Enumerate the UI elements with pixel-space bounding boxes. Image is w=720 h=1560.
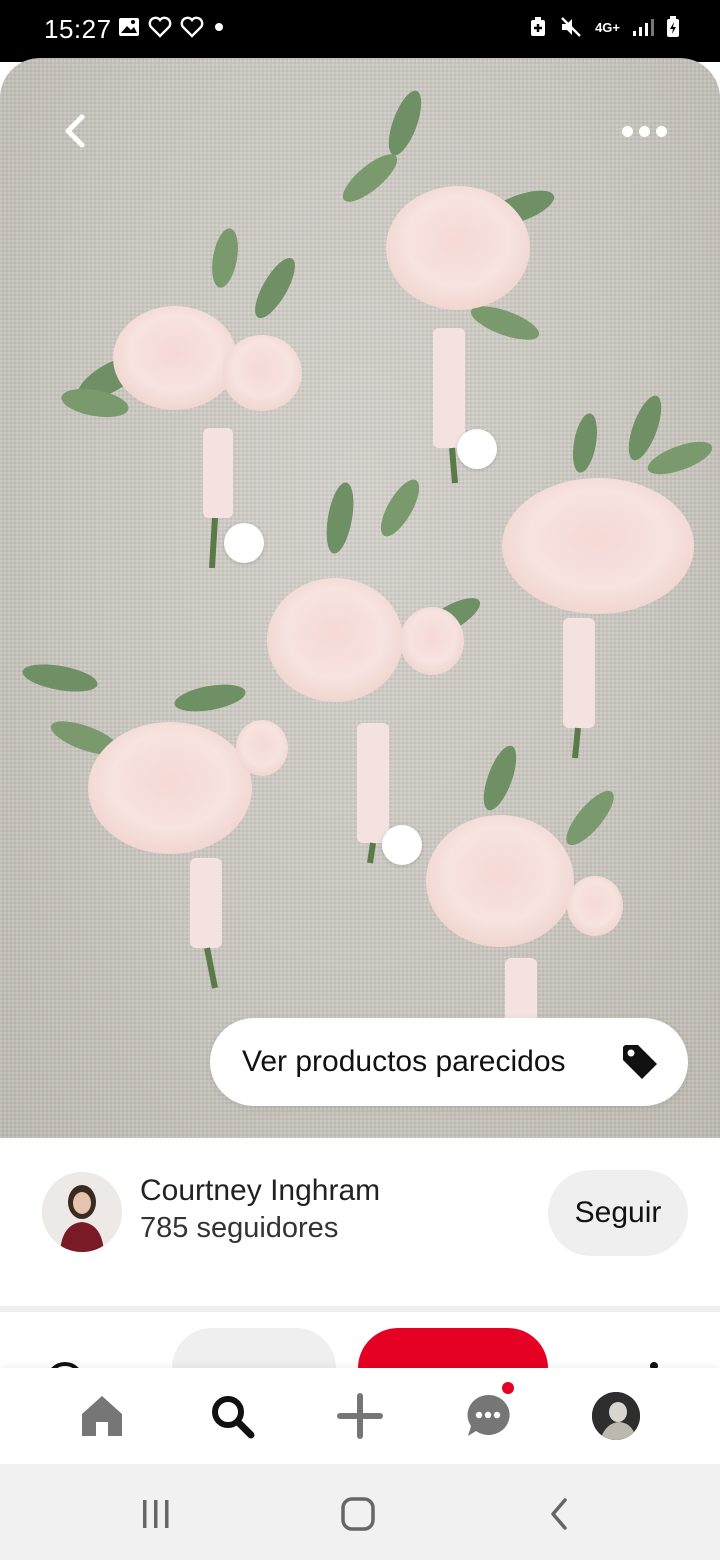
creator-followers: 785 seguidores: [140, 1212, 339, 1244]
image-icon: [119, 18, 139, 36]
status-bar: 15:27 4G+: [0, 0, 720, 62]
battery-charging-icon: [667, 16, 679, 37]
bottom-nav: [0, 1368, 720, 1464]
heart-outline-icon: [148, 16, 172, 38]
network-4g-label: 4G+: [595, 19, 620, 35]
tag-icon: [623, 1045, 657, 1079]
more-dot: [638, 125, 650, 137]
action-row: [0, 1312, 720, 1368]
home-button-icon: [341, 1497, 375, 1531]
back-button[interactable]: [50, 106, 100, 156]
boutonniere-photo: [22, 90, 713, 1068]
alarm-icon: [531, 17, 546, 36]
similar-products-button[interactable]: Ver productos parecidos: [210, 1018, 688, 1106]
avatar[interactable]: [42, 1172, 122, 1252]
product-hotspot[interactable]: [382, 825, 422, 865]
heart-outline-icon: [180, 16, 204, 38]
product-hotspot[interactable]: [224, 523, 264, 563]
creator-name[interactable]: Courtney Inghram: [140, 1174, 380, 1208]
nav-profile[interactable]: [588, 1388, 644, 1444]
nav-search[interactable]: [204, 1388, 260, 1444]
more-dot: [655, 125, 667, 137]
product-hotspot[interactable]: [457, 429, 497, 469]
similar-products-label: Ver productos parecidos: [242, 1045, 566, 1078]
pin-image[interactable]: Ver productos parecidos: [0, 58, 720, 1138]
messages-icon: [467, 1394, 510, 1436]
creator-avatar-image: [42, 1172, 122, 1252]
chevron-left-icon: [65, 114, 85, 148]
mute-icon: [561, 17, 581, 37]
more-options-button[interactable]: [614, 116, 674, 146]
nav-messages[interactable]: [460, 1382, 516, 1444]
dot-icon: [215, 23, 223, 31]
search-icon: [212, 1396, 255, 1439]
visit-button[interactable]: [172, 1328, 336, 1368]
add-icon: [337, 1393, 383, 1439]
status-left-icons: [118, 16, 226, 38]
signal-icon: [633, 19, 654, 36]
nav-create[interactable]: [332, 1388, 388, 1444]
recent-apps-button[interactable]: [136, 1494, 176, 1534]
profile-avatar: [592, 1392, 640, 1440]
nav-home[interactable]: [74, 1388, 130, 1444]
system-home-button[interactable]: [338, 1494, 378, 1534]
creator-row: Courtney Inghram 785 seguidores Seguir: [0, 1138, 720, 1308]
notification-dot: [502, 1382, 514, 1394]
system-back-button[interactable]: [540, 1494, 580, 1534]
system-nav: [0, 1464, 720, 1560]
home-icon: [82, 1396, 122, 1436]
more-dot: [621, 125, 633, 137]
recent-apps-icon: [143, 1500, 169, 1528]
status-right-icons: 4G+: [529, 16, 680, 38]
save-button[interactable]: [358, 1328, 548, 1368]
status-time: 15:27: [44, 14, 112, 44]
back-icon: [551, 1498, 567, 1530]
profile-avatar-image: [592, 1392, 640, 1440]
follow-button[interactable]: Seguir: [548, 1170, 688, 1256]
